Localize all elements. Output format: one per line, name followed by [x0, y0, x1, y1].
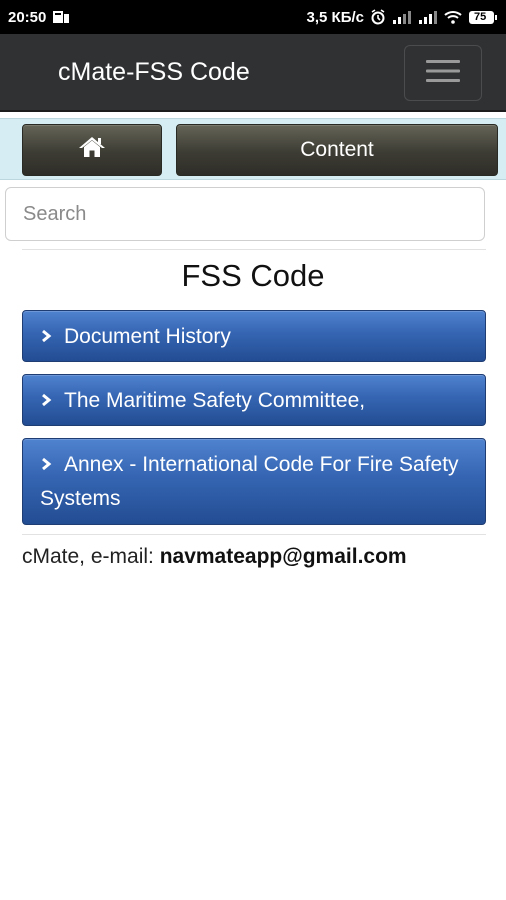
notification-icon: [52, 10, 70, 24]
chevron-right-icon: [40, 448, 52, 482]
wifi-icon: [444, 10, 462, 24]
battery-level: 75: [474, 10, 487, 23]
footer-prefix: cMate, e-mail:: [22, 545, 160, 568]
footer-email[interactable]: navmateapp@gmail.com: [160, 545, 407, 568]
home-button[interactable]: [22, 124, 162, 176]
status-bar: 20:50 3,5 КБ/с 75: [0, 0, 506, 34]
signal-icon: [418, 10, 438, 24]
chevron-right-icon: [40, 384, 52, 418]
divider: [22, 534, 486, 535]
alarm-icon: [370, 9, 386, 25]
search-input[interactable]: [5, 187, 485, 241]
status-time: 20:50: [8, 8, 47, 26]
menu-button[interactable]: [404, 45, 482, 101]
chevron-right-icon: [40, 320, 52, 354]
footer-contact: cMate, e-mail: navmateapp@gmail.com: [22, 545, 407, 569]
accordion-item-maritime-safety-committee[interactable]: The Maritime Safety Committee,: [22, 374, 486, 426]
status-left: 20:50: [8, 9, 70, 26]
divider: [22, 249, 486, 250]
accordion-item-label: Document History: [64, 325, 231, 348]
hamburger-menu-icon: [425, 57, 461, 90]
signal-icon: [392, 10, 412, 24]
app-bar: cMate-FSS Code: [0, 34, 506, 112]
nav-strip: Content: [0, 118, 506, 180]
accordion-item-annex[interactable]: Annex - International Code For Fire Safe…: [22, 438, 486, 525]
status-right: 3,5 КБ/с 75: [307, 9, 498, 26]
content-button[interactable]: Content: [176, 124, 498, 176]
accordion-item-label: The Maritime Safety Committee,: [64, 389, 366, 412]
page-title: FSS Code: [181, 258, 325, 293]
accordion-item-label: Annex - International Code For Fire Safe…: [40, 453, 459, 511]
network-speed: 3,5 КБ/с: [306, 8, 364, 26]
home-icon: [78, 135, 106, 165]
app-title: cMate-FSS Code: [58, 58, 250, 86]
battery-icon: 75: [468, 10, 498, 25]
accordion-item-document-history[interactable]: Document History: [22, 310, 486, 362]
